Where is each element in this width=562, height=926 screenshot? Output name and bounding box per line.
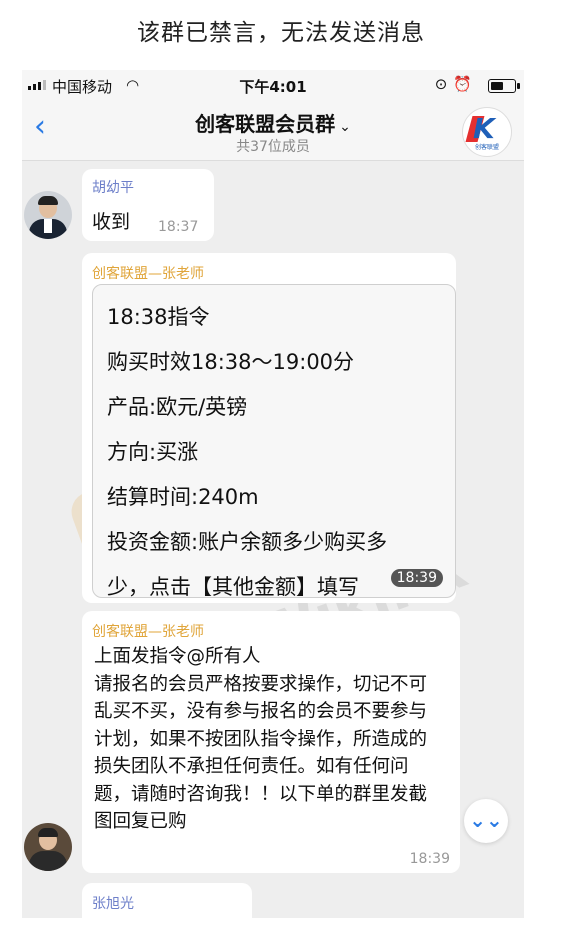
instruction-line: 方向:买涨	[107, 440, 199, 464]
message-bubble[interactable]: 胡幼平 收到 18:37	[82, 169, 214, 241]
instruction-line: 投资金额:账户余额多少购买多	[107, 530, 388, 554]
group-avatar[interactable]: K 创客联盟	[462, 107, 512, 157]
message-text: 收到	[92, 211, 131, 233]
message-time: 18:39	[409, 851, 450, 867]
chat-header: ‹ 创客联盟会员群 ⌄ 共37位成员 K 创客联盟	[22, 102, 524, 161]
message-list[interactable]: WikiFX WikiFX 胡幼平 收到 18:37 创客联盟—张老师 18:3…	[22, 161, 524, 918]
message-bubble[interactable]: 创客联盟—张老师 上面发指令@所有人 请报名的会员严格按要求操作，切记不可乱买不买…	[82, 611, 460, 873]
logo-k-icon: K	[473, 112, 495, 145]
message-text: 上面发指令@所有人 请报名的会员严格按要求操作，切记不可乱买不买，没有参与报名的会…	[94, 646, 428, 832]
double-chevron-down-icon: ⌄⌄	[469, 808, 503, 832]
status-bar: 中国移动 ◠ 下午4:01 ⊙⏰	[22, 70, 524, 102]
instruction-line: 18:38指令	[107, 305, 210, 329]
instruction-card[interactable]: 18:38指令 购买时效18:38～19:00分 产品:欧元/英镑 方向:买涨 …	[92, 284, 456, 598]
avatar[interactable]	[24, 823, 72, 871]
instruction-line: 少，点击【其他金额】填写	[107, 575, 359, 598]
instruction-line: 购买时效18:38～19:00分	[107, 350, 355, 374]
message-time: 18:37	[158, 219, 199, 235]
message-bubble[interactable]: 张旭光	[82, 883, 252, 918]
battery-icon	[488, 79, 520, 93]
phone-screen: 中国移动 ◠ 下午4:01 ⊙⏰ ‹ 创客联盟会员群 ⌄ 共37位成员 K 创客联…	[22, 70, 524, 918]
instruction-line: 结算时间:240m	[107, 485, 259, 509]
scroll-to-bottom-button[interactable]: ⌄⌄	[464, 799, 508, 843]
avatar[interactable]	[24, 191, 72, 239]
sender-name: 张旭光	[92, 896, 134, 912]
sender-name: 创客联盟—张老师	[92, 266, 204, 282]
message-time: 18:39	[390, 569, 443, 587]
instruction-line: 产品:欧元/英镑	[107, 395, 248, 419]
group-name: 创客联盟会员群	[195, 112, 336, 136]
logo-text: 创客联盟	[474, 144, 499, 151]
mute-notice: 该群已禁言，无法发送消息	[0, 0, 562, 70]
orientation-lock-icon: ⊙⏰	[434, 75, 478, 93]
sender-name: 创客联盟—张老师	[92, 624, 204, 640]
group-title[interactable]: 创客联盟会员群 ⌄	[22, 108, 524, 137]
chevron-down-icon: ⌄	[339, 119, 351, 135]
sender-name: 胡幼平	[92, 180, 134, 196]
member-count: 共37位成员	[236, 139, 310, 155]
